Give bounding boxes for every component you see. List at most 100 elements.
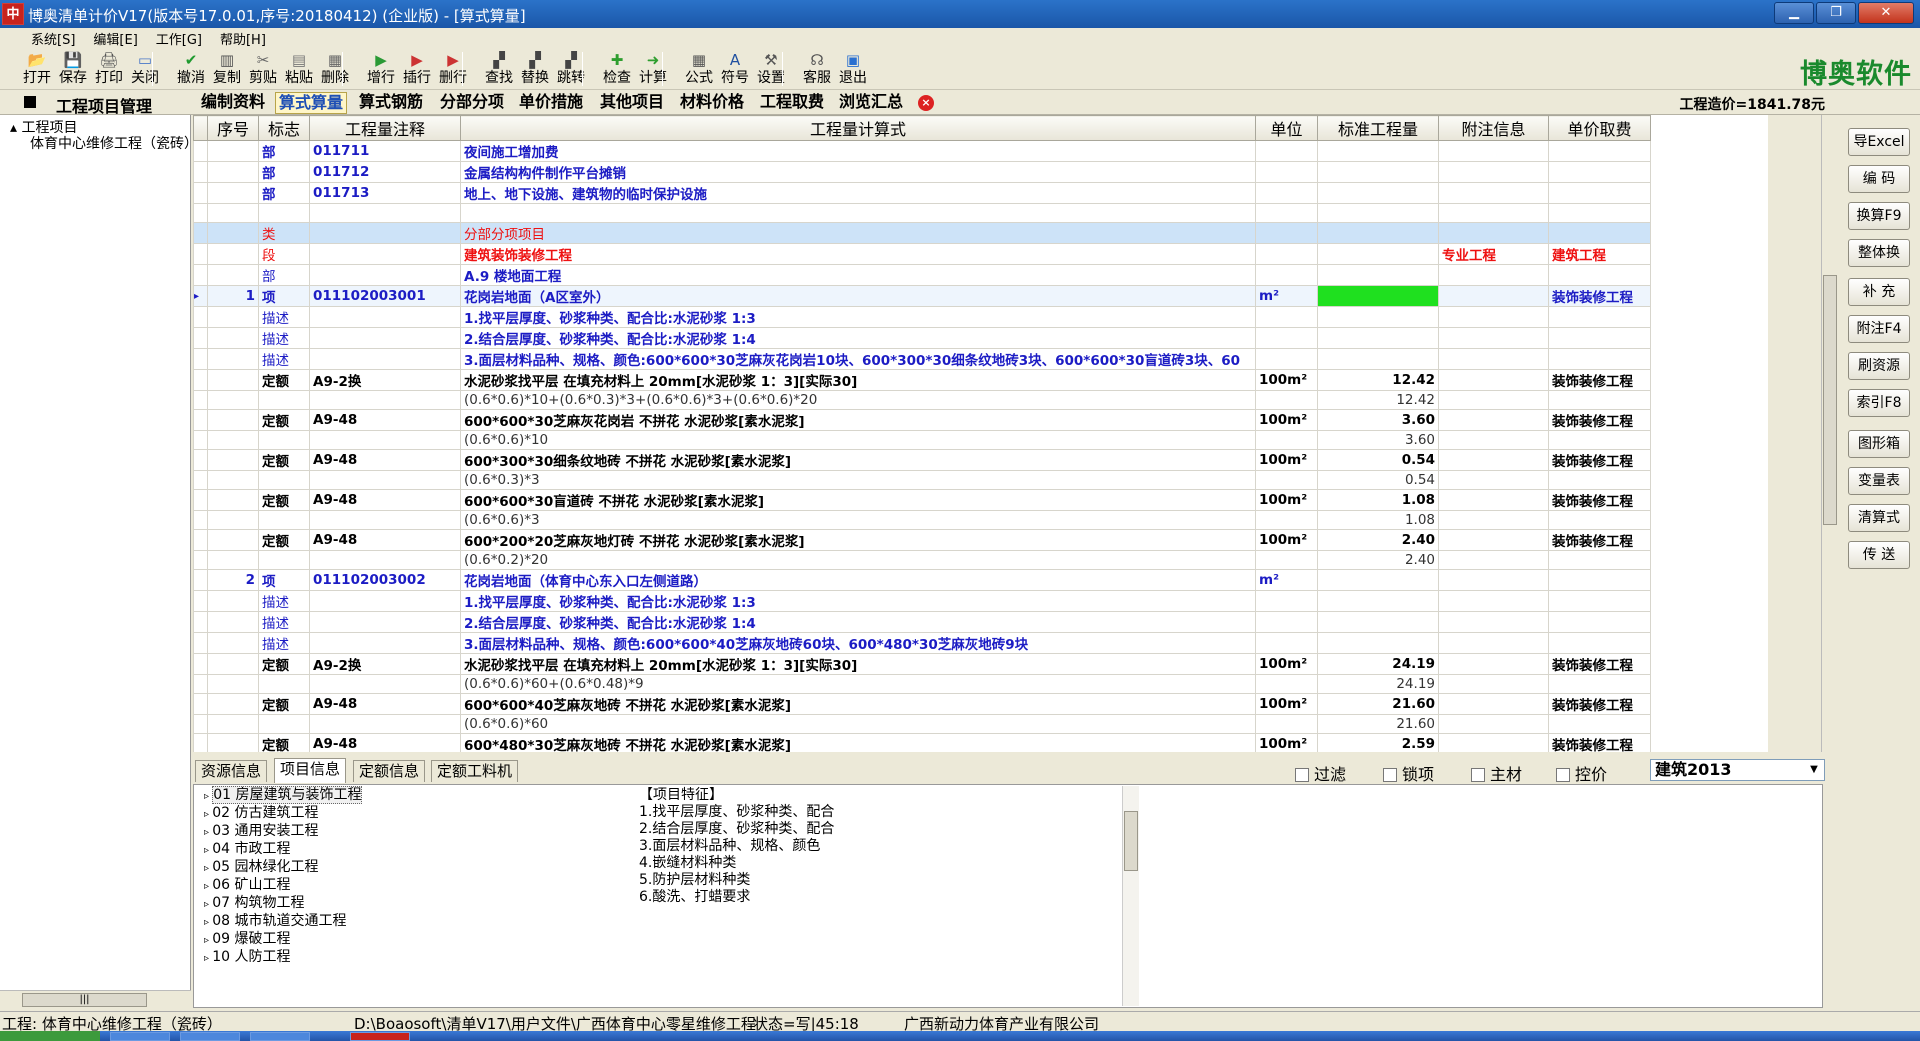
table-cell[interactable] [207, 550, 259, 570]
list-item[interactable]: ▹ 07 构筑物工程 [204, 895, 362, 913]
table-cell[interactable]: 3.面层材料品种、规格、颜色:600*600*40芝麻灰地砖60块、600*48… [460, 632, 1256, 654]
table-cell[interactable]: m² [1255, 569, 1318, 591]
tab-compile-data[interactable]: 编制资料 [198, 92, 268, 114]
scroll-thumb[interactable]: ||| [22, 993, 147, 1007]
table-cell[interactable] [1255, 390, 1318, 410]
table-cell[interactable]: 部 [258, 161, 310, 183]
table-cell[interactable] [1548, 348, 1651, 370]
table-cell[interactable] [1317, 306, 1439, 328]
table-cell[interactable]: m² [1255, 285, 1318, 307]
table-cell[interactable]: 项 [258, 285, 310, 307]
table-cell[interactable] [1548, 327, 1651, 349]
table-cell[interactable]: 分部分项项目 [460, 222, 1256, 244]
side-button-2[interactable]: 换算F9 [1848, 202, 1910, 230]
table-cell[interactable]: 100m² [1255, 693, 1318, 715]
table-cell[interactable] [309, 550, 461, 570]
table-cell[interactable]: 专业工程 [1438, 243, 1549, 265]
table-cell[interactable]: 描述 [258, 611, 310, 633]
table-cell[interactable] [1317, 611, 1439, 633]
table-cell[interactable] [193, 430, 208, 450]
tab-material-price[interactable]: 材料价格 [677, 92, 747, 114]
menu-edit[interactable]: 编辑[E] [84, 28, 146, 48]
table-cell[interactable]: 夜间施工增加费 [460, 140, 1256, 162]
table-cell[interactable] [1317, 590, 1439, 612]
table-cell[interactable] [1438, 489, 1549, 511]
toolbar-button-11[interactable]: ▶ 删行 [434, 48, 472, 90]
table-cell[interactable] [193, 590, 208, 612]
toolbar-button-0[interactable]: 📂 打开 [18, 48, 56, 90]
table-cell[interactable] [207, 140, 259, 162]
table-cell[interactable] [1548, 203, 1651, 223]
toolbar-button-9[interactable]: ▶ 增行 [362, 48, 400, 90]
table-row[interactable]: 段 建筑装饰装修工程 专业工程 建筑工程 [193, 243, 1651, 265]
table-cell[interactable] [1317, 632, 1439, 654]
main-material-checkbox[interactable]: 主材 [1471, 761, 1522, 785]
table-cell[interactable] [193, 182, 208, 204]
table-cell[interactable]: 定额 [258, 693, 310, 715]
table-cell[interactable] [193, 243, 208, 265]
table-cell[interactable]: 2.结合层厚度、砂浆种类、配合比:水泥砂浆 1:4 [460, 611, 1256, 633]
table-cell[interactable] [309, 590, 461, 612]
close-tab-icon[interactable]: × [918, 95, 934, 111]
table-row[interactable]: 2 项 011102003002 花岗岩地面（体育中心东入口左侧道路） m² [193, 569, 1651, 591]
table-cell[interactable]: 011712 [309, 161, 461, 183]
table-cell[interactable] [258, 714, 310, 734]
table-cell[interactable] [207, 632, 259, 654]
table-cell[interactable]: 定额 [258, 449, 310, 471]
table-cell[interactable] [1255, 674, 1318, 694]
toolbar-button-2[interactable]: 🖨 打印 [90, 48, 128, 90]
table-cell[interactable] [207, 390, 259, 410]
table-row[interactable]: (0.6*0.6)*3 1.08 [193, 510, 1651, 530]
table-cell[interactable] [1255, 203, 1318, 223]
table-cell[interactable] [193, 693, 208, 715]
taskbar-item[interactable] [350, 1032, 410, 1041]
table-cell[interactable]: 建筑工程 [1548, 243, 1651, 265]
table-cell[interactable] [207, 611, 259, 633]
table-cell[interactable] [1255, 327, 1318, 349]
panel-vertical-scrollbar[interactable] [1122, 786, 1139, 1006]
table-cell[interactable] [309, 430, 461, 450]
table-cell[interactable] [207, 510, 259, 530]
table-cell[interactable] [1438, 550, 1549, 570]
table-cell[interactable] [1438, 653, 1549, 675]
table-cell[interactable] [1548, 430, 1651, 450]
table-cell[interactable]: 项 [258, 569, 310, 591]
table-cell[interactable] [193, 369, 208, 391]
table-cell[interactable] [1255, 306, 1318, 328]
table-cell[interactable] [193, 733, 208, 752]
table-cell[interactable] [1438, 264, 1549, 286]
table-cell[interactable] [193, 264, 208, 286]
table-cell[interactable] [207, 264, 259, 286]
column-header[interactable]: 标准工程量 [1317, 115, 1439, 141]
table-cell[interactable] [193, 409, 208, 431]
table-cell[interactable]: 装饰装修工程 [1548, 653, 1651, 675]
table-cell[interactable] [258, 550, 310, 570]
table-cell[interactable]: 水泥砂浆找平层 在填充材料上 20mm[水泥砂浆 1：3][实际30] [460, 653, 1256, 675]
table-cell[interactable] [309, 327, 461, 349]
checkbox-box[interactable] [1471, 768, 1485, 782]
table-cell[interactable]: (0.6*0.6)*10 [460, 430, 1256, 450]
table-cell[interactable] [309, 470, 461, 490]
table-cell[interactable]: (0.6*0.3)*3 [460, 470, 1256, 490]
scroll-thumb[interactable] [1823, 275, 1837, 525]
table-cell[interactable] [1548, 632, 1651, 654]
table-cell[interactable]: 描述 [258, 348, 310, 370]
table-cell[interactable]: (0.6*0.6)*10+(0.6*0.3)*3+(0.6*0.6)*3+(0.… [460, 390, 1256, 410]
table-cell[interactable]: 100m² [1255, 449, 1318, 471]
table-cell[interactable] [258, 430, 310, 450]
list-item[interactable]: ▹ 02 仿古建筑工程 [204, 805, 362, 823]
toolbar-button-10[interactable]: ▶ 插行 [398, 48, 436, 90]
row-indicator-icon[interactable]: ▸ [193, 285, 208, 307]
tab-quota-materials[interactable]: 定额工料机 [431, 760, 519, 782]
table-cell[interactable]: 水泥砂浆找平层 在填充材料上 20mm[水泥砂浆 1：3][实际30] [460, 369, 1256, 391]
table-row[interactable]: 定额 A9-2换 水泥砂浆找平层 在填充材料上 20mm[水泥砂浆 1：3][实际3… [193, 653, 1651, 675]
table-cell[interactable]: A9-48 [309, 529, 461, 551]
table-cell[interactable] [1438, 430, 1549, 450]
checkbox-box[interactable] [1383, 768, 1397, 782]
table-cell[interactable]: 描述 [258, 327, 310, 349]
menu-work[interactable]: 工作[G] [147, 28, 211, 48]
table-cell[interactable] [309, 222, 461, 244]
table-cell[interactable] [1438, 510, 1549, 530]
table-cell[interactable]: 装饰装修工程 [1548, 693, 1651, 715]
table-cell[interactable] [1438, 409, 1549, 431]
